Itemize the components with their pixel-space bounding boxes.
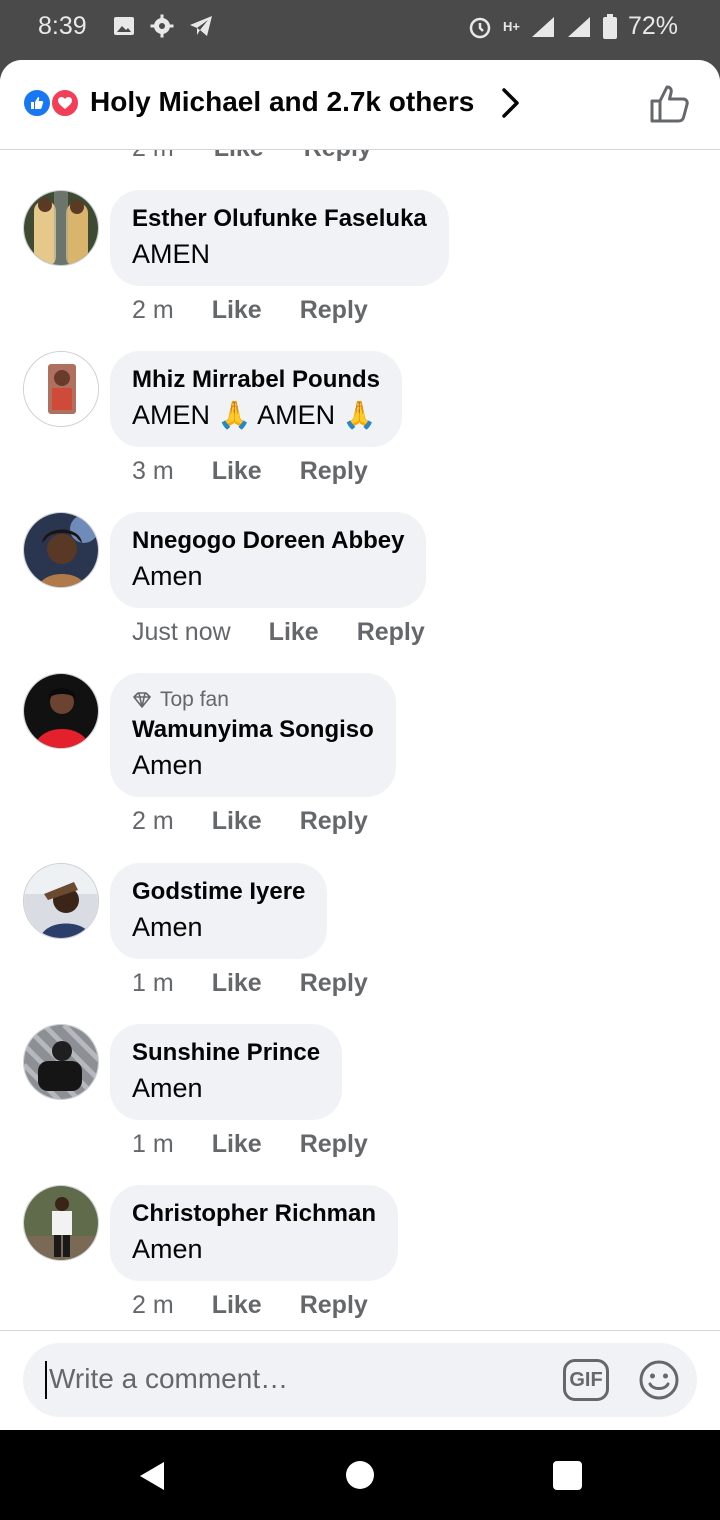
comment-author[interactable]: Christopher Richman [132, 1199, 376, 1229]
network-type: H+ [502, 19, 520, 34]
comment-time: 1 m [132, 969, 174, 997]
comment-author[interactable]: Godstime Iyere [132, 877, 305, 907]
reaction-icons [22, 88, 82, 120]
comment-composer: Write a comment… GIF [0, 1330, 720, 1430]
comment-actions: Just now Like Reply [132, 618, 425, 647]
comment-author[interactable]: Wamunyima Songiso [132, 715, 374, 745]
comment-bubble[interactable]: Nnegogo Doreen Abbey Amen [110, 512, 427, 608]
comment-author[interactable]: Sunshine Prince [132, 1038, 320, 1068]
diamond-icon [133, 692, 151, 708]
comment-list[interactable]: 2 m Like Reply Esther Olufunke Faseluka … [0, 150, 720, 1330]
comment-actions-partial: 2 m Like Reply [132, 150, 372, 163]
comment-input[interactable]: Write a comment… GIF [23, 1343, 697, 1417]
recents-icon[interactable] [553, 1461, 582, 1490]
comment-text: Amen [132, 1073, 203, 1103]
reply-button[interactable]: Reply [300, 1130, 368, 1159]
comment-actions: 2 m Like Reply [132, 296, 368, 325]
status-bar: 8:39 H+ 72% [0, 0, 720, 56]
comment-bubble[interactable]: Esther Olufunke Faseluka AMEN [110, 190, 449, 286]
like-button[interactable]: Like [212, 1291, 262, 1320]
comment-time: 2 m [132, 1291, 174, 1319]
signal-icon [531, 16, 554, 37]
gif-icon[interactable]: GIF [563, 1359, 609, 1401]
reply-button[interactable]: Reply [300, 969, 368, 998]
avatar[interactable] [23, 512, 99, 588]
comment-placeholder[interactable]: Write a comment… [49, 1363, 288, 1395]
comment-text: Amen [132, 561, 203, 591]
comment-text: Amen [132, 1234, 203, 1264]
comments-sheet: Holy Michael and 2.7k others 2 m Like Re… [0, 60, 720, 1430]
love-reaction-icon [50, 88, 80, 118]
like-button[interactable]: Like [212, 1130, 262, 1159]
like-button[interactable]: Like [212, 969, 262, 998]
reply-button[interactable]: Reply [357, 618, 425, 647]
comment-author[interactable]: Mhiz Mirrabel Pounds [132, 365, 380, 395]
like-button[interactable]: Like [212, 457, 262, 486]
comment-actions: 2 m Like Reply [132, 1291, 368, 1320]
comment-time: 3 m [132, 457, 174, 485]
comment-bubble[interactable]: Sunshine Prince Amen [110, 1024, 343, 1120]
comment-bubble[interactable]: Mhiz Mirrabel Pounds AMEN 🙏 AMEN 🙏 [110, 351, 403, 447]
avatar[interactable] [23, 673, 99, 749]
badge-label: Top fan [160, 688, 229, 711]
like-button[interactable]: Like [212, 807, 262, 836]
comment-author[interactable]: Esther Olufunke Faseluka [132, 204, 427, 234]
battery-level: 72% [627, 12, 678, 40]
comment-time: 2 m [132, 807, 174, 835]
comment-time: Just now [132, 618, 231, 646]
comment-text: AMEN [132, 239, 211, 269]
text-caret [45, 1361, 47, 1399]
home-icon[interactable] [346, 1461, 374, 1489]
battery-icon [602, 13, 617, 39]
comment-bubble[interactable]: Top fan Wamunyima Songiso Amen [110, 673, 396, 797]
alarm-icon [469, 17, 491, 38]
comment-actions: 2 m Like Reply [132, 807, 368, 836]
comment-text: AMEN 🙏 AMEN 🙏 [132, 400, 377, 430]
reply-button[interactable]: Reply [300, 807, 368, 836]
comment-text: Amen [132, 750, 203, 780]
back-icon[interactable] [138, 1460, 166, 1492]
comment-time: 1 m [132, 1130, 174, 1158]
smiley-icon[interactable] [637, 1358, 681, 1402]
avatar[interactable] [23, 1185, 99, 1261]
comment-actions: 1 m Like Reply [132, 969, 368, 998]
telegram-icon [190, 16, 212, 36]
comment-actions: 1 m Like Reply [132, 1130, 368, 1159]
reply-button[interactable]: Reply [300, 1291, 368, 1320]
top-fan-badge: Top fan [132, 687, 374, 713]
signal-icon [567, 16, 590, 37]
navigation-bar [0, 1430, 720, 1520]
gear-icon [150, 14, 174, 38]
reactions-header[interactable]: Holy Michael and 2.7k others [0, 60, 720, 150]
like-reaction-icon [22, 88, 52, 118]
avatar[interactable] [23, 190, 99, 266]
thumbs-up-icon[interactable] [648, 82, 692, 126]
reactions-summary[interactable]: Holy Michael and 2.7k others [90, 86, 474, 118]
comment-text: Amen [132, 912, 203, 942]
comment-bubble[interactable]: Christopher Richman Amen [110, 1185, 399, 1281]
image-icon [114, 17, 134, 35]
comment-bubble[interactable]: Godstime Iyere Amen [110, 863, 328, 959]
reply-button[interactable]: Reply [300, 296, 368, 325]
like-button[interactable]: Like [269, 618, 319, 647]
like-button[interactable]: Like [212, 296, 262, 325]
chevron-right-icon[interactable] [498, 86, 524, 120]
avatar[interactable] [23, 863, 99, 939]
comment-time: 2 m [132, 296, 174, 324]
comment-author[interactable]: Nnegogo Doreen Abbey [132, 526, 404, 556]
avatar[interactable] [23, 1024, 99, 1100]
reply-button[interactable]: Reply [300, 457, 368, 486]
status-time: 8:39 [38, 12, 87, 40]
avatar[interactable] [23, 351, 99, 427]
comment-actions: 3 m Like Reply [132, 457, 368, 486]
